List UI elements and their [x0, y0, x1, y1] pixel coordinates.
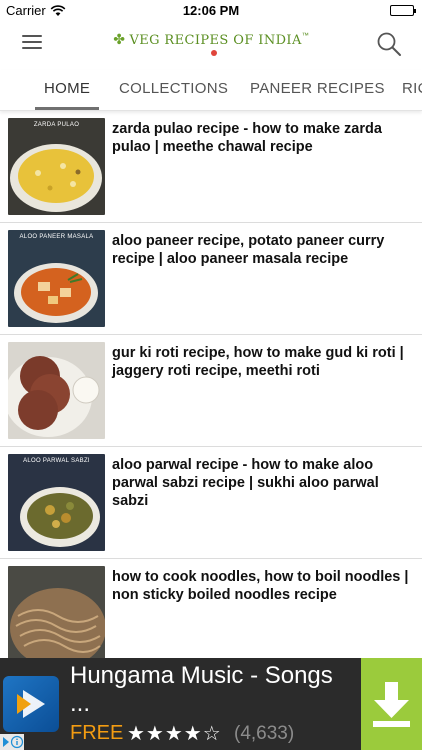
status-bar: Carrier 12:06 PM [0, 0, 422, 22]
ad-banner[interactable]: Hungama Music - Songs ... FREE ★★★★☆ (4,… [0, 658, 422, 750]
app-header: ✤ VEG RECIPES OF INDIA™ [0, 22, 422, 64]
ad-info-icon[interactable] [0, 734, 24, 750]
star-rating: ★★★★☆ [127, 723, 222, 745]
thumbnail-caption: ZARDA PULAO [33, 122, 80, 128]
recipe-thumbnail [8, 342, 105, 439]
battery-icon [390, 5, 416, 16]
recipe-thumbnail: ZARDA PULAO [8, 118, 105, 215]
logo-trademark: ™ [301, 32, 309, 40]
logo-dot [211, 50, 217, 56]
app-icon[interactable] [3, 676, 59, 732]
list-item[interactable]: ALOO PANEER MASALA aloo paneer recipe, p… [0, 223, 422, 335]
tab-collections[interactable]: COLLECTIONS [119, 80, 228, 97]
tab-paneer-recipes[interactable]: PANEER RECIPES [250, 80, 385, 97]
list-item[interactable]: ALOO PARWAL SABZI aloo parwal recipe - h… [0, 447, 422, 559]
recipe-thumbnail: ALOO PARWAL SABZI [8, 454, 105, 551]
download-button[interactable] [361, 658, 422, 750]
recipe-thumbnail [8, 566, 105, 663]
logo-text: VEG RECIPES OF INDIA [129, 33, 302, 48]
search-icon[interactable] [376, 31, 402, 57]
recipe-title[interactable]: zarda pulao recipe - how to make zarda p… [112, 120, 418, 156]
list-item[interactable]: ZARDA PULAO zarda pulao recipe - how to … [0, 111, 422, 223]
recipe-list: ZARDA PULAO zarda pulao recipe - how to … [0, 111, 422, 671]
recipe-thumbnail: ALOO PANEER MASALA [8, 230, 105, 327]
clock-time: 12:06 PM [182, 3, 240, 18]
recipe-title[interactable]: how to cook noodles, how to boil noodles… [112, 568, 418, 604]
list-item[interactable]: gur ki roti recipe, how to make gud ki r… [0, 335, 422, 447]
recipe-title[interactable]: aloo paneer recipe, potato paneer curry … [112, 232, 418, 268]
recipe-title[interactable]: aloo parwal recipe - how to make aloo pa… [112, 456, 418, 510]
recipe-title[interactable]: gur ki roti recipe, how to make gud ki r… [112, 344, 418, 380]
ad-title[interactable]: Hungama Music - Songs [70, 662, 355, 690]
tab-home[interactable]: HOME [44, 80, 90, 97]
app-logo: ✤ VEG RECIPES OF INDIA™ [0, 31, 422, 56]
ad-title-ellipsis: ... [70, 690, 91, 717]
list-item[interactable]: how to cook noodles, how to boil noodles… [0, 559, 422, 671]
rating-count: (4,633) [234, 723, 295, 744]
download-icon [373, 682, 410, 727]
active-tab-indicator [35, 107, 99, 110]
ad-price: FREE [70, 722, 124, 744]
category-tabs: HOME COLLECTIONS PANEER RECIPES RIC [0, 70, 422, 111]
tab-rice[interactable]: RIC [402, 80, 422, 97]
thumbnail-caption: ALOO PARWAL SABZI [23, 458, 90, 464]
thumbnail-caption: ALOO PANEER MASALA [19, 234, 94, 240]
leaf-icon: ✤ [113, 31, 125, 47]
